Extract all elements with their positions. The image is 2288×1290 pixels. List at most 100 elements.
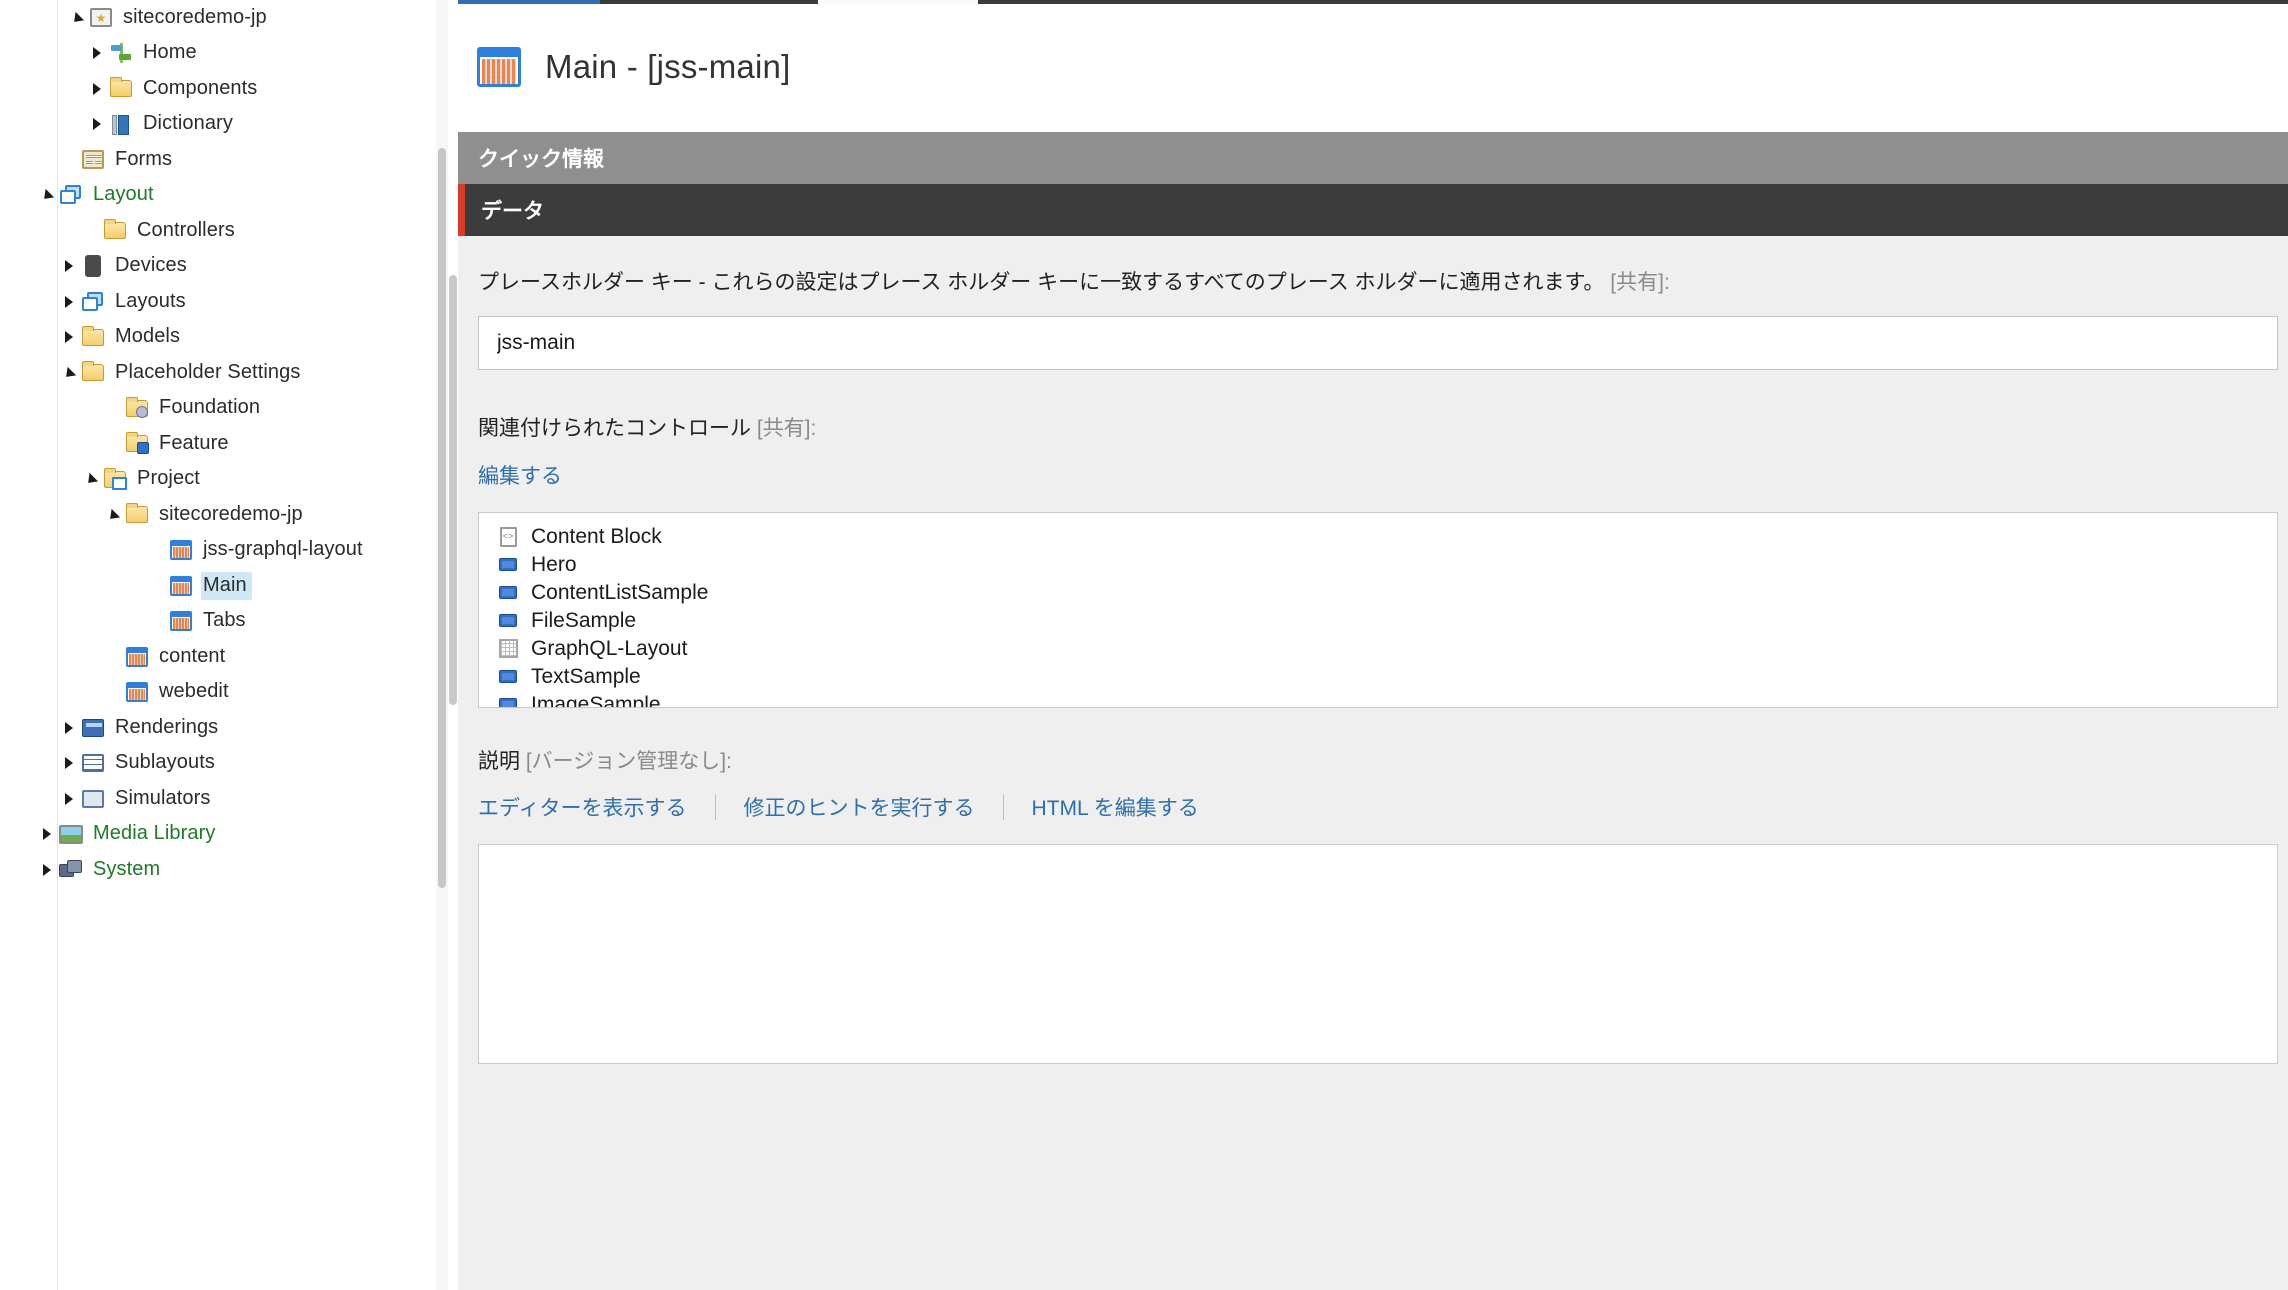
chevron-down-icon[interactable] [58, 355, 80, 391]
tree-item-sitecoredemo-jp[interactable]: ★ sitecoredemo-jp [0, 0, 436, 36]
tree-item-project[interactable]: Project [0, 462, 436, 498]
chevron-right-icon[interactable] [58, 249, 80, 285]
tree-item-icon [108, 77, 134, 100]
rendering-icon [497, 667, 519, 687]
tree-item-main[interactable]: Main [0, 568, 436, 604]
tree-item-placeholder-settings[interactable]: Placeholder Settings [0, 355, 436, 391]
description-link-1[interactable]: 修正のヒントを実行する [744, 792, 975, 822]
document-code-icon-glyph: <> [499, 526, 517, 547]
placeholder-key-input[interactable] [478, 316, 2278, 371]
tree-item-sublayouts[interactable]: Sublayouts [0, 746, 436, 782]
chevron-down-icon[interactable] [102, 497, 124, 533]
tree-item-icon [108, 113, 134, 135]
description-editor[interactable] [478, 843, 2278, 1064]
chevron-right-icon[interactable] [86, 71, 108, 107]
chevron-down-icon[interactable] [80, 462, 102, 498]
tree-item-home[interactable]: Home [0, 36, 436, 72]
tree-item-webedit[interactable]: webedit [0, 675, 436, 711]
tree-item-foundation[interactable]: Foundation [0, 391, 436, 427]
associated-control-row[interactable]: FileSample [479, 607, 2277, 635]
chevron-down-icon[interactable] [66, 0, 88, 36]
associated-control-row[interactable]: GraphQL-Layout [479, 635, 2277, 663]
tree-item-icon [80, 717, 106, 739]
tree-item-renderings[interactable]: Renderings [0, 710, 436, 746]
folder-cubes-icon [126, 432, 149, 455]
tree-item-simulators[interactable]: Simulators [0, 781, 436, 817]
tree-scrollbar-thumb[interactable] [438, 148, 446, 888]
chevron-right-icon[interactable] [58, 746, 80, 782]
associated-control-row[interactable]: ContentListSample [479, 579, 2277, 607]
twisty-glyph [65, 721, 73, 734]
associated-control-label: Hero [531, 552, 577, 576]
signpost-icon [110, 43, 132, 64]
chevron-right-icon[interactable] [58, 320, 80, 356]
simulators-icon [82, 789, 104, 808]
content-tree[interactable]: ★ sitecoredemo-jp Home Components Dictionary… [0, 0, 436, 888]
folder-icon [82, 361, 104, 382]
chevron-right-icon[interactable] [86, 107, 108, 143]
page-scrollbar-thumb[interactable] [449, 275, 457, 705]
page-scrollbar[interactable] [448, 0, 458, 1290]
tree-item-icon [168, 610, 194, 632]
description-link-2[interactable]: HTML を編集する [1032, 792, 1199, 822]
tree-item-sitecoredemo-jp[interactable]: sitecoredemo-jp [0, 497, 436, 533]
associated-control-row[interactable]: ImageSample [479, 691, 2277, 708]
tree-item-dictionary[interactable]: Dictionary [0, 107, 436, 143]
associated-controls-label-text: 関連付けられたコントロール [478, 417, 751, 441]
tree-item-system[interactable]: System [0, 852, 436, 888]
chevron-down-icon[interactable] [36, 178, 58, 214]
tree-item-components[interactable]: Components [0, 71, 436, 107]
tree-item-icon [124, 432, 150, 455]
tree-item-icon [58, 184, 84, 206]
chevron-right-icon[interactable] [86, 36, 108, 72]
placeholder-item-icon [170, 540, 192, 561]
tree-item-icon [80, 752, 106, 774]
associated-control-label: TextSample [531, 664, 641, 688]
tree-item-media-library[interactable]: Media Library [0, 817, 436, 853]
section-quick-info[interactable]: クイック情報 [458, 132, 2288, 184]
description-label-text: 説明 [478, 749, 520, 773]
renderings-icon [82, 718, 104, 737]
associated-controls-list[interactable]: <> Content Block Hero ContentListSample File… [478, 511, 2278, 708]
tree-item-jss-graphql-layout[interactable]: jss-graphql-layout [0, 533, 436, 569]
twisty-glyph [93, 82, 101, 95]
tree-item-tabs[interactable]: Tabs [0, 604, 436, 640]
tree-item-forms[interactable]: Forms [0, 142, 436, 178]
twisty-glyph [39, 189, 55, 204]
associated-control-row[interactable]: TextSample [479, 663, 2277, 691]
description-versioning-tag: [バージョン管理なし]: [525, 749, 732, 773]
chevron-right-icon[interactable] [58, 284, 80, 320]
tree-item-label: Renderings [115, 715, 219, 738]
description-link-0[interactable]: エディターを表示する [478, 792, 687, 822]
tree-item-devices[interactable]: Devices [0, 249, 436, 285]
chevron-right-icon[interactable] [58, 710, 80, 746]
tree-item-controllers[interactable]: Controllers [0, 213, 436, 249]
associated-control-row[interactable]: <> Content Block [479, 523, 2277, 551]
grid-icon [497, 639, 519, 659]
folder-icon [104, 219, 126, 240]
tree-scrollbar[interactable] [436, 0, 448, 1290]
section-data[interactable]: データ [458, 184, 2288, 236]
associated-controls-shared-tag: [共有]: [756, 417, 817, 441]
section-quick-info-label: クイック情報 [478, 148, 604, 171]
content-tree-pane[interactable]: ★ sitecoredemo-jp Home Components Dictionary… [0, 0, 436, 1290]
tree-item-label: Devices [115, 254, 187, 277]
placeholder-item-icon [170, 575, 192, 596]
edit-associated-controls-link[interactable]: 編集する [478, 465, 562, 488]
chevron-right-icon[interactable] [36, 852, 58, 888]
tree-item-layouts[interactable]: Layouts [0, 284, 436, 320]
tree-item-models[interactable]: Models [0, 320, 436, 356]
rendering-icon-glyph [499, 558, 517, 572]
tree-item-layout[interactable]: Layout [0, 178, 436, 214]
chevron-right-icon[interactable] [36, 817, 58, 853]
tree-item-content[interactable]: content [0, 639, 436, 675]
associated-control-row[interactable]: Hero [479, 551, 2277, 579]
tree-item-icon [58, 823, 84, 845]
associated-control-label: ImageSample [531, 692, 661, 708]
tree-item-feature[interactable]: Feature [0, 426, 436, 462]
twisty-glyph [65, 792, 73, 805]
tree-item-icon [58, 859, 84, 881]
system-icon [59, 860, 83, 879]
chevron-right-icon[interactable] [58, 781, 80, 817]
edit-link-row: 編集する [478, 460, 2288, 490]
